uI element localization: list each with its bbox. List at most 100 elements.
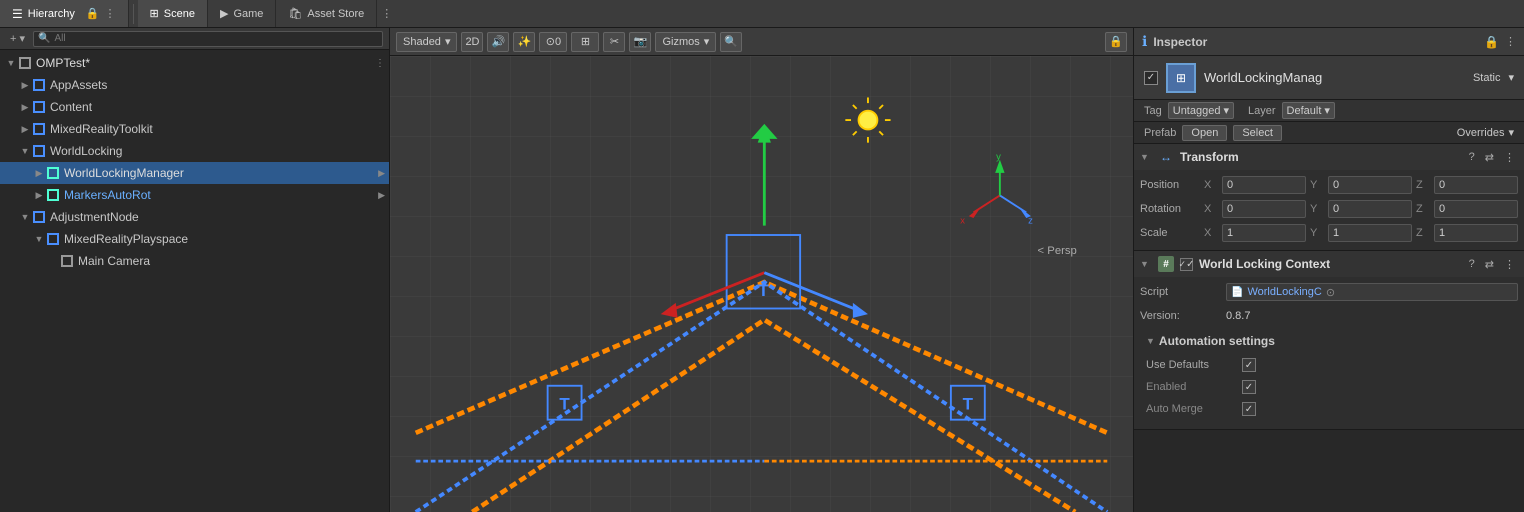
rot-z-axis: Z — [1416, 203, 1430, 215]
rotation-row: Rotation X 0 Y 0 Z 0 — [1140, 198, 1518, 220]
hierarchy-search-input[interactable] — [54, 33, 378, 44]
tree-item-adjnode[interactable]: AdjustmentNode — [0, 206, 389, 228]
scale-z-input[interactable]: 1 — [1434, 224, 1518, 242]
auto-merge-checkbox[interactable] — [1242, 402, 1256, 416]
rot-x-input[interactable]: 0 — [1222, 200, 1306, 218]
auto-arrow: ▼ — [1146, 336, 1155, 346]
add-hierarchy-button[interactable]: + ▾ — [6, 30, 29, 47]
tree-item-wlm[interactable]: WorldLockingManager ▶ — [0, 162, 389, 184]
gizmos-dropdown[interactable]: Gizmos ▾ — [655, 32, 716, 52]
layer-arrow: ▾ — [1324, 104, 1330, 117]
lock-icon: 🔒 — [86, 7, 100, 20]
script-dots: ⊙ — [1326, 286, 1335, 299]
content-arrow — [18, 102, 32, 113]
scene-more-icon: ⋮ — [381, 7, 392, 20]
prefab-overrides-dropdown[interactable]: Overrides ▾ — [1457, 126, 1514, 139]
fx-button[interactable]: ✨ — [513, 32, 535, 52]
tab-separator — [133, 4, 134, 24]
scene-lock-btn[interactable]: 🔒 — [1105, 32, 1127, 52]
scene-btn-extra3[interactable]: ✂ — [603, 32, 625, 52]
layer-value: Default — [1287, 105, 1322, 117]
rot-y-input[interactable]: 0 — [1328, 200, 1412, 218]
transform-header[interactable]: ▼ ↔ Transform ? ⇄ ⋮ — [1134, 144, 1524, 170]
tab-asset-store[interactable]: 🛍 Asset Store — [276, 0, 377, 27]
shading-arrow: ▾ — [445, 35, 451, 48]
scale-x-axis: X — [1204, 227, 1218, 239]
wlc-section: ▼ # ✓ World Locking Context ? ⇄ ⋮ Script… — [1134, 251, 1524, 430]
automation-section-header[interactable]: ▼ Automation settings — [1140, 329, 1518, 353]
svg-text:z: z — [1028, 215, 1033, 226]
tree-item-main-camera[interactable]: Main Camera — [0, 250, 389, 272]
tree-item-mrp[interactable]: MixedRealityPlayspace — [0, 228, 389, 250]
asset-store-icon: 🛍 — [288, 7, 302, 20]
shading-dropdown[interactable]: Shaded ▾ — [396, 32, 457, 52]
transform-more-btn[interactable]: ⋮ — [1501, 150, 1518, 165]
use-defaults-checkbox[interactable] — [1242, 358, 1256, 372]
wlc-title: World Locking Context — [1199, 257, 1460, 271]
inspector-lock-icon[interactable]: 🔒 — [1484, 35, 1499, 49]
wlc-header[interactable]: ▼ # ✓ World Locking Context ? ⇄ ⋮ — [1134, 251, 1524, 277]
hierarchy-tree: OMPTest* ⋮ AppAssets Content MixedRealit… — [0, 50, 389, 512]
hierarchy-search-box[interactable]: 🔍 — [33, 31, 383, 47]
tag-layer-row: Tag Untagged ▾ Layer Default ▾ — [1134, 100, 1524, 122]
scene-view[interactable]: T T T — [390, 56, 1133, 512]
mar-arrow — [32, 190, 46, 201]
root-more-icon[interactable]: ⋮ — [375, 58, 385, 69]
tab-hierarchy-label: Hierarchy — [28, 8, 75, 20]
mc-icon — [60, 254, 74, 268]
enabled-label: Enabled — [1146, 381, 1236, 393]
object-name[interactable]: WorldLockingManag — [1204, 70, 1465, 85]
tree-item-appassets[interactable]: AppAssets — [0, 74, 389, 96]
tree-item-mrt[interactable]: MixedRealityToolkit — [0, 118, 389, 140]
wlc-script-text: WorldLockingC — [1247, 286, 1321, 298]
wlc-more-btn[interactable]: ⋮ — [1501, 257, 1518, 272]
scene-btn-extra1[interactable]: ⊙0 — [539, 32, 567, 52]
tree-item-content[interactable]: Content — [0, 96, 389, 118]
layer-label: Layer — [1248, 105, 1276, 117]
static-dropdown[interactable]: ▾ — [1508, 71, 1514, 84]
mrt-label: MixedRealityToolkit — [50, 122, 153, 136]
pos-z-input[interactable]: 0 — [1434, 176, 1518, 194]
worldlocking-icon — [32, 144, 46, 158]
transform-arrow: ▼ — [1140, 152, 1152, 162]
inspector-more-icon[interactable]: ⋮ — [1505, 35, 1516, 48]
script-icon: 📄 — [1231, 287, 1243, 298]
transform-help-btn[interactable]: ? — [1466, 150, 1478, 164]
position-row: Position X 0 Y 0 Z 0 — [1140, 174, 1518, 196]
tree-item-root[interactable]: OMPTest* ⋮ — [0, 52, 389, 74]
tree-item-mar[interactable]: MarkersAutoRot ▶ — [0, 184, 389, 206]
tab-scene-label: Scene — [164, 8, 195, 20]
inspector-icon: ℹ — [1142, 33, 1147, 50]
prefab-select-button[interactable]: Select — [1233, 125, 1282, 141]
mrp-arrow — [32, 234, 46, 244]
scene-btn-extra2[interactable]: ⊞ — [571, 32, 599, 52]
gizmos-label: Gizmos — [662, 36, 699, 48]
scene-btn-extra4[interactable]: 📷 — [629, 32, 651, 52]
wlc-help-btn[interactable]: ? — [1466, 257, 1478, 271]
layer-dropdown[interactable]: Default ▾ — [1282, 102, 1335, 119]
prefab-open-button[interactable]: Open — [1182, 125, 1227, 141]
audio-button[interactable]: 🔊 — [487, 32, 509, 52]
pos-y-input[interactable]: 0 — [1328, 176, 1412, 194]
scale-x-input[interactable]: 1 — [1222, 224, 1306, 242]
tab-scene[interactable]: ⊞ Scene — [138, 0, 208, 27]
tab-game[interactable]: ▶ Game — [208, 0, 276, 27]
wlc-active-checkbox[interactable]: ✓ — [1180, 258, 1193, 271]
enabled-checkbox[interactable] — [1242, 380, 1256, 394]
wlc-settings-btn[interactable]: ⇄ — [1482, 257, 1497, 272]
wlc-script-label: Script — [1140, 286, 1220, 298]
wlc-script-value[interactable]: 📄 WorldLockingC ⊙ — [1226, 283, 1518, 301]
tree-item-worldlocking[interactable]: WorldLocking — [0, 140, 389, 162]
pos-x-input[interactable]: 0 — [1222, 176, 1306, 194]
tab-hierarchy[interactable]: ☰ Hierarchy 🔒 ⋮ — [0, 0, 129, 27]
scene-icon: ⊞ — [150, 7, 159, 20]
scale-y-input[interactable]: 1 — [1328, 224, 1412, 242]
inspector-panel: ℹ Inspector 🔒 ⋮ ⊞ WorldLockingManag Stat… — [1134, 28, 1524, 512]
scene-search-btn[interactable]: 🔍 — [720, 32, 742, 52]
wlm-arrow — [32, 168, 46, 179]
transform-settings-btn[interactable]: ⇄ — [1482, 150, 1497, 165]
2d-button[interactable]: 2D — [461, 32, 483, 52]
rot-z-input[interactable]: 0 — [1434, 200, 1518, 218]
tag-dropdown[interactable]: Untagged ▾ — [1168, 102, 1234, 119]
object-active-checkbox[interactable] — [1144, 71, 1158, 85]
